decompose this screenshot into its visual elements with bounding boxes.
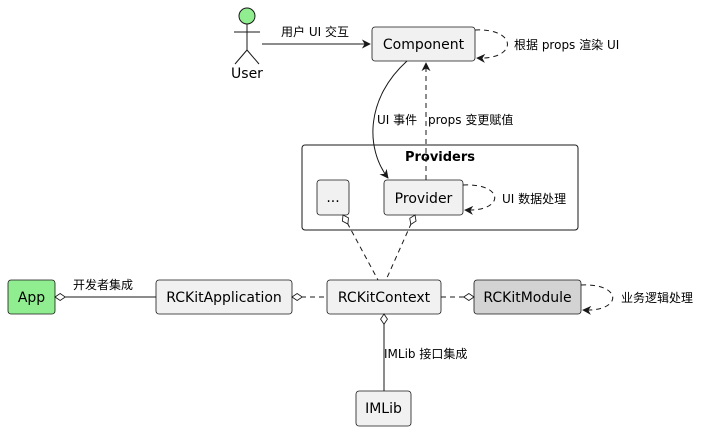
context-node: RCKitContext [326, 279, 442, 315]
edge-label-data-processing: UI 数据处理 [502, 191, 566, 206]
edge-component-self: 根据 props 渲染 UI [474, 29, 619, 63]
application-label: RCKitApplication [166, 290, 282, 306]
edge-label-developer-integration: 开发者集成 [73, 277, 133, 292]
edge-provider-self: UI 数据处理 [462, 184, 566, 215]
user-label: User [231, 66, 263, 82]
edge-user-component: 用户 UI 交互 [262, 24, 371, 49]
architecture-diagram: User 用户 UI 交互 Component 根据 props 渲染 UI P… [7, 7, 693, 427]
app-node: App [7, 279, 56, 315]
edge-label-business-logic: 业务逻辑处理 [621, 290, 693, 305]
module-label: RCKitModule [483, 290, 571, 306]
context-label: RCKitContext [338, 290, 431, 306]
edge-label-imlib-integration: IMLib 接口集成 [384, 346, 467, 361]
edge-label-ui-event: UI 事件 [377, 113, 417, 127]
providers-group-title: Providers [405, 150, 475, 165]
user-actor: User [231, 7, 263, 82]
edge-ellipsis-context [341, 214, 379, 281]
ellipsis-label: ... [326, 190, 339, 206]
edge-app-application: 开发者集成 [54, 277, 156, 301]
application-node: RCKitApplication [155, 279, 293, 315]
ellipsis-node: ... [316, 179, 350, 216]
edge-provider-context [385, 214, 417, 281]
provider-node: Provider [383, 179, 464, 216]
imlib-node: IMLib [355, 390, 412, 427]
edge-module-self: 业务逻辑处理 [580, 284, 693, 315]
edge-label-render-ui: 根据 props 渲染 UI [514, 37, 619, 52]
edge-label-user-interaction: 用户 UI 交互 [281, 24, 349, 39]
component-label: Component [383, 37, 465, 53]
imlib-label: IMLib [365, 401, 402, 417]
user-head [238, 7, 256, 25]
module-node: RCKitModule [473, 279, 582, 315]
provider-label: Provider [395, 191, 453, 207]
edge-context-imlib: IMLib 接口集成 [380, 313, 467, 391]
edge-label-props-assign: props 变更赋值 [428, 112, 513, 127]
app-label: App [18, 290, 45, 306]
component-node: Component [371, 26, 476, 62]
